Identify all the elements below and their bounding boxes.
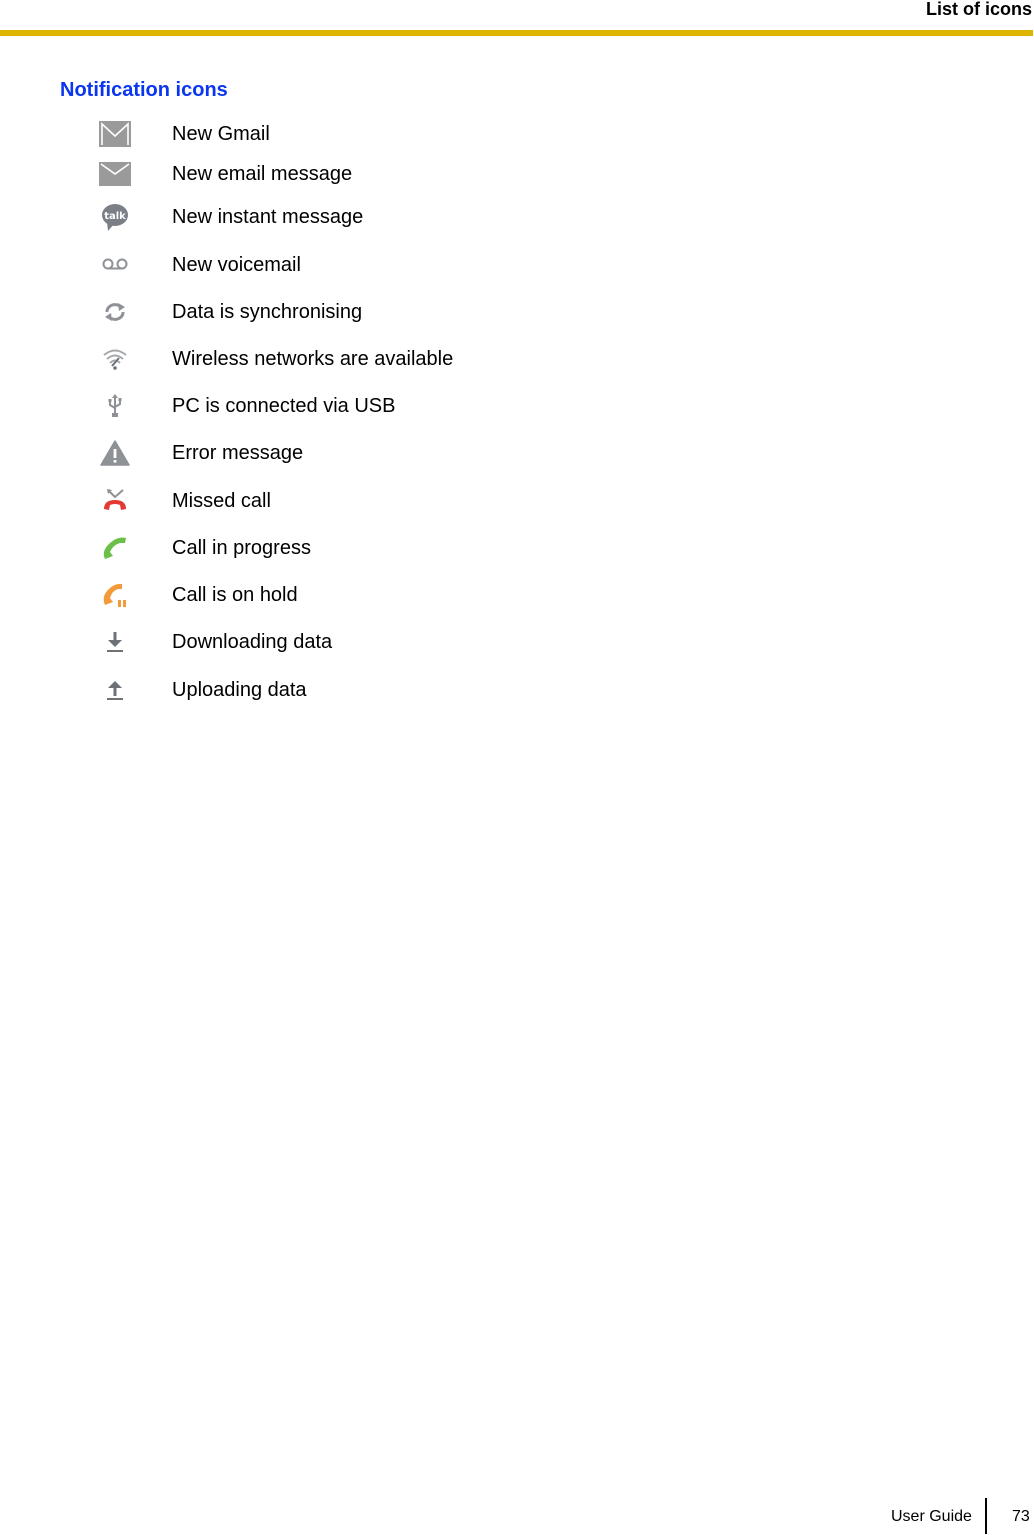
- section-title: Notification icons: [60, 79, 228, 101]
- sync-icon: [98, 295, 132, 329]
- icon-list-item: Wireless networks are available: [0, 342, 600, 376]
- icon-label: Wireless networks are available: [172, 348, 454, 370]
- talk-icon: talk: [98, 200, 132, 234]
- icon-list-item: talk New instant message: [0, 200, 600, 234]
- upload-icon: [98, 673, 132, 707]
- footer-divider: [985, 1498, 987, 1534]
- wifi-icon: [98, 342, 132, 376]
- icon-label: Error message: [172, 442, 304, 464]
- icon-label: Data is synchronising: [172, 301, 363, 323]
- footer-document-title: User Guide: [891, 1508, 972, 1525]
- call-in-progress-icon: [98, 531, 132, 565]
- icon-list-item: Call is on hold: [0, 578, 600, 612]
- usb-icon: [98, 389, 132, 423]
- icon-label: New instant message: [172, 206, 364, 228]
- icon-list-item: New email message: [0, 157, 600, 191]
- icon-list-item: Error message: [0, 436, 600, 470]
- icon-label: Call in progress: [172, 537, 311, 559]
- icon-list-item: Missed call: [0, 484, 600, 518]
- icon-label: Call is on hold: [172, 584, 298, 606]
- icon-label: Missed call: [172, 490, 271, 512]
- icon-label: New voicemail: [172, 254, 301, 276]
- voicemail-icon: [98, 248, 132, 282]
- icon-list-item: New Gmail: [0, 117, 600, 151]
- page-header-title: List of icons: [925, 0, 1032, 19]
- icon-label: Downloading data: [172, 631, 333, 653]
- icon-list-item: Uploading data: [0, 673, 600, 707]
- icon-list-item: New voicemail: [0, 248, 600, 282]
- icon-list-item: Downloading data: [0, 625, 600, 659]
- svg-text:talk: talk: [104, 211, 126, 222]
- missed-call-icon: [98, 484, 132, 518]
- icon-label: New email message: [172, 163, 353, 185]
- icon-label: New Gmail: [172, 123, 270, 145]
- download-icon: [98, 625, 132, 659]
- icon-list-item: Data is synchronising: [0, 295, 600, 329]
- email-icon: [98, 157, 132, 191]
- warning-icon: [98, 436, 132, 470]
- call-on-hold-icon: [98, 578, 132, 612]
- page-number: 73: [1012, 1508, 1030, 1525]
- gmail-icon: [98, 117, 132, 151]
- icon-label: Uploading data: [172, 679, 307, 701]
- icon-list-item: Call in progress: [0, 531, 600, 565]
- icon-list-item: PC is connected via USB: [0, 389, 600, 423]
- header-rule: [0, 30, 1033, 36]
- icon-label: PC is connected via USB: [172, 395, 396, 417]
